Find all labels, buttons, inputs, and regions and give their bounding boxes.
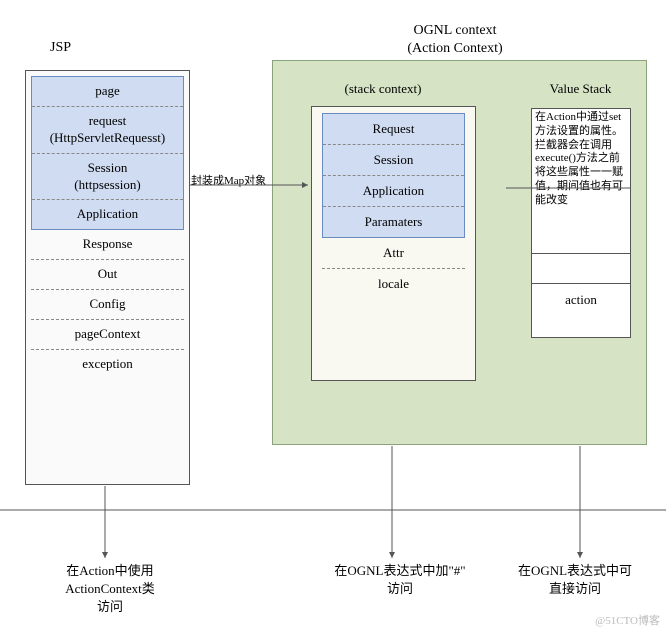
stack-request: Request xyxy=(323,114,464,145)
caption-valuestack: 在OGNL表达式中可 直接访问 xyxy=(490,562,660,598)
jsp-other-items: Response Out Config pageContext exceptio… xyxy=(31,230,184,378)
stack-context-title: (stack context) xyxy=(313,81,453,97)
ognl-context-box: (stack context) Request Session Applicat… xyxy=(272,60,647,445)
value-stack-title: Value Stack xyxy=(528,81,633,97)
stack-highlighted-scopes: Request Session Application Paramaters xyxy=(322,113,465,238)
stack-session: Session xyxy=(323,145,464,176)
jsp-page: page xyxy=(32,77,183,107)
stack-context-box: Request Session Application Paramaters A… xyxy=(311,106,476,381)
jsp-exception: exception xyxy=(31,350,184,379)
watermark: @51CTO博客 xyxy=(595,612,660,628)
jsp-highlighted-scopes: page request (HttpServletRequesst) Sessi… xyxy=(31,76,184,230)
value-stack-note: 在Action中通过set方法设置的属性。拦截器会在调用execute()方法之… xyxy=(532,109,630,254)
jsp-config: Config xyxy=(31,290,184,320)
ognl-title-line2: (Action Context) xyxy=(407,41,502,56)
stack-other-items: Attr locale xyxy=(322,238,465,299)
caption-jsp: 在Action中使用 ActionContext类 访问 xyxy=(25,562,195,617)
jsp-title: JSP xyxy=(50,40,71,56)
stack-attr: Attr xyxy=(322,238,465,269)
ognl-context-title: OGNL context (Action Context) xyxy=(370,22,540,58)
stack-parameters: Paramaters xyxy=(323,207,464,237)
value-stack-blank xyxy=(532,254,630,284)
jsp-out: Out xyxy=(31,260,184,290)
jsp-box: page request (HttpServletRequesst) Sessi… xyxy=(25,70,190,485)
stack-application: Application xyxy=(323,176,464,207)
value-stack-action: action xyxy=(532,284,630,316)
jsp-response: Response xyxy=(31,230,184,260)
arrow-wrap-map-label: 封装成Map对象 xyxy=(191,172,266,188)
stack-locale: locale xyxy=(322,269,465,299)
jsp-request: request (HttpServletRequesst) xyxy=(32,107,183,154)
jsp-pagecontext: pageContext xyxy=(31,320,184,350)
value-stack-box: 在Action中通过set方法设置的属性。拦截器会在调用execute()方法之… xyxy=(531,108,631,338)
jsp-session: Session (httpsession) xyxy=(32,154,183,201)
jsp-application: Application xyxy=(32,200,183,229)
ognl-title-line1: OGNL context xyxy=(413,23,496,38)
caption-stack: 在OGNL表达式中加"#" 访问 xyxy=(300,562,500,598)
